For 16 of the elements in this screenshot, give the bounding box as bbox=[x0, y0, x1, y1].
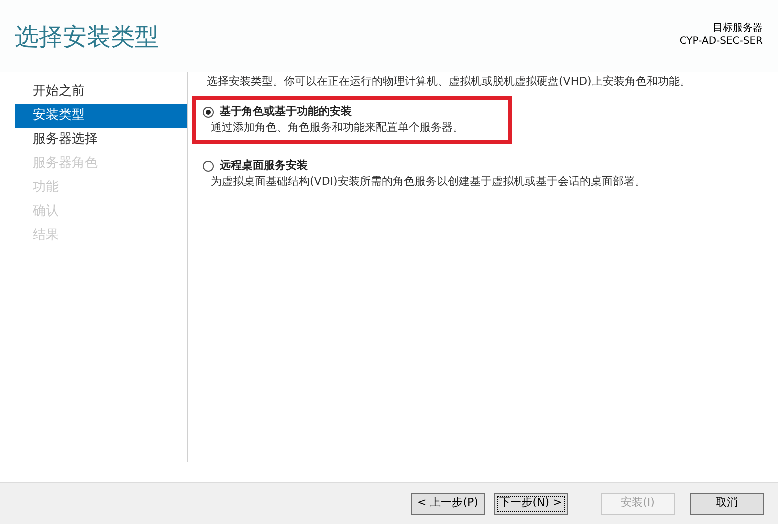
radio-button[interactable] bbox=[203, 106, 214, 118]
option-label: 远程桌面服务安装 bbox=[220, 158, 308, 174]
sidebar-item[interactable]: 服务器选择 bbox=[15, 128, 187, 152]
page-title: 选择安装类型 bbox=[15, 22, 159, 53]
sidebar-item[interactable]: 安装类型 bbox=[15, 104, 187, 128]
wizard-button[interactable]: < 上一步(P) bbox=[411, 492, 485, 514]
radio-button[interactable] bbox=[203, 160, 214, 172]
option-description: 为虚拟桌面基础结构(VDI)安装所需的角色服务以创建基于虚拟机或基于会话的桌面部署。 bbox=[211, 174, 646, 190]
target-server-label: 目标服务器 bbox=[713, 22, 763, 35]
option-description: 通过添加角色、角色服务和功能来配置单个服务器。 bbox=[211, 120, 465, 136]
wizard-button[interactable]: 下一步(N) > bbox=[494, 492, 568, 514]
intro-text: 选择安装类型。你可以在正在运行的物理计算机、虚拟机或脱机虚拟硬盘(VHD)上安装角色和功能。 bbox=[207, 74, 692, 90]
wizard-button[interactable]: 取消 bbox=[690, 492, 764, 514]
option-label: 基于角色或基于功能的安装 bbox=[220, 104, 352, 120]
sidebar-item[interactable]: 开始之前 bbox=[15, 80, 187, 104]
target-server-name: CYP-AD-SEC-SER bbox=[680, 35, 763, 48]
